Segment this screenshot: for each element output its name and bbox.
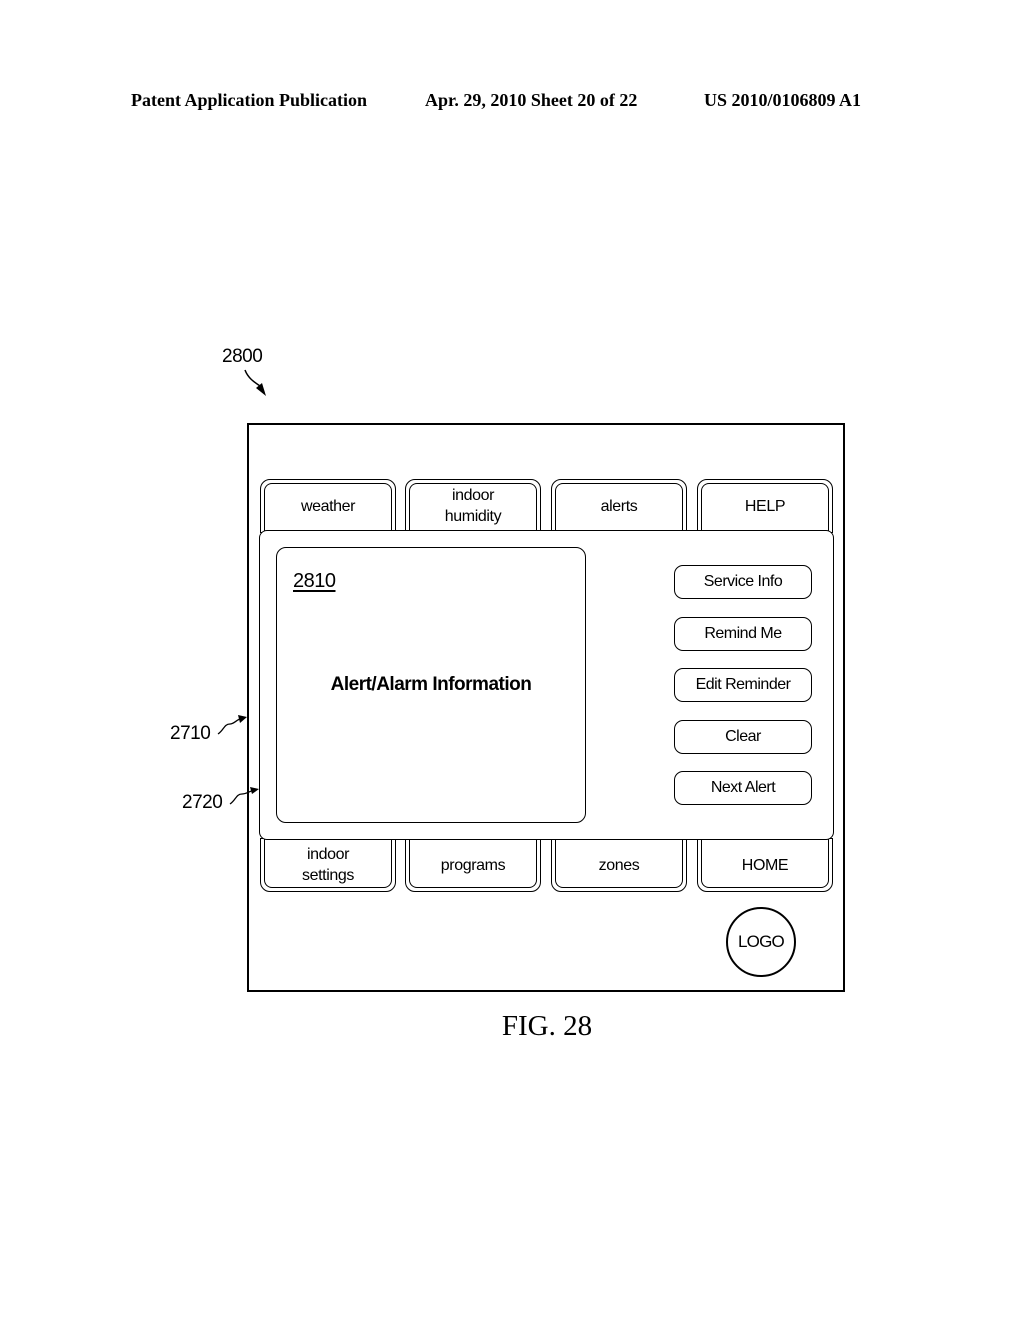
tab-help[interactable]: HELP [697,479,833,533]
date-sheet-label: Apr. 29, 2010 Sheet 20 of 22 [425,90,638,110]
tab-alerts[interactable]: alerts [551,479,687,533]
button-label: Remind Me [704,625,782,642]
logo-label: LOGO [738,932,785,951]
next-alert-button[interactable]: Next Alert [674,771,812,805]
tab-label: weather [300,497,356,515]
info-box-reference-number: 2810 [293,570,336,592]
tab-label-line1: indoor [451,487,495,504]
tab-label-line2: settings [302,867,354,884]
button-label: Next Alert [710,779,776,796]
tab-indoor-settings[interactable]: indoor settings [260,838,396,892]
tab-home[interactable]: HOME [697,838,833,892]
button-label: Edit Reminder [695,676,791,693]
outer-frame-leader-arrow-icon [217,715,247,735]
tab-label: HOME [741,856,789,874]
tab-label-line1: indoor [306,846,350,863]
figure-reference-number: 2800 [222,346,263,367]
tab-label: zones [598,856,640,874]
tab-programs[interactable]: programs [405,838,541,892]
tab-label: alerts [600,497,638,515]
publication-label: Patent Application Publication [131,90,368,110]
tab-indoor-humidity[interactable]: indoor humidity [405,479,541,533]
alert-information-box: 2810 Alert/Alarm Information [276,547,586,823]
remind-me-button[interactable]: Remind Me [674,617,812,651]
clear-button[interactable]: Clear [674,720,812,754]
patent-number: US 2010/0106809 A1 [704,90,862,110]
edit-reminder-button[interactable]: Edit Reminder [674,668,812,702]
tab-label-line2: humidity [444,508,502,525]
figure-caption: FIG. 28 [501,1010,593,1042]
panel-reference-number: 2720 [182,792,223,813]
button-label: Clear [725,728,761,745]
tab-label: programs [440,856,506,874]
service-info-button[interactable]: Service Info [674,565,812,599]
tab-label: HELP [744,497,786,515]
button-label: Service Info [703,573,783,590]
outer-frame-reference-number: 2710 [170,723,211,744]
tab-weather[interactable]: weather [260,479,396,533]
figure-reference-arrow-icon [244,369,266,396]
tab-zones[interactable]: zones [551,838,687,892]
alert-information-title: Alert/Alarm Information [330,674,532,695]
logo: LOGO [726,907,796,977]
